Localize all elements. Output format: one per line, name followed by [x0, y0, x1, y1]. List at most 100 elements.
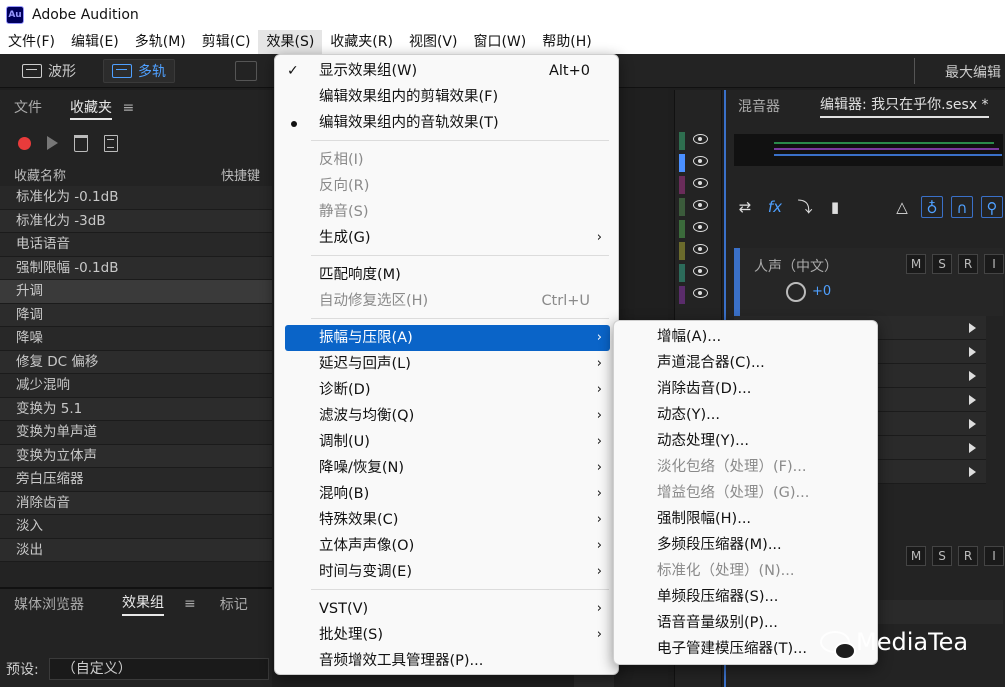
eye-icon[interactable] [693, 134, 708, 144]
list-item[interactable]: 标准化为 -3dB [0, 209, 272, 233]
eye-icon[interactable] [693, 156, 708, 166]
track-name[interactable]: 人声（中文） [754, 256, 838, 276]
workspace-selector[interactable]: 最大编辑 [945, 62, 1001, 82]
menu-item-show-effects-rack[interactable]: ✓ 显示效果组(W) Alt+0 [275, 58, 620, 84]
solo-button[interactable]: S [932, 546, 952, 566]
solo-button[interactable]: S [932, 254, 952, 274]
mute-button[interactable]: M [906, 546, 926, 566]
effects-rack-menu-icon[interactable]: ≡ [184, 596, 196, 612]
spectral-view-button[interactable] [235, 61, 257, 81]
input-monitor-button[interactable]: I [984, 546, 1004, 566]
tab-media-browser[interactable]: 媒体浏览器 [14, 594, 84, 614]
list-item[interactable]: 标准化为 -0.1dB [0, 186, 272, 210]
list-item[interactable]: 降调 [0, 303, 272, 327]
menu-item-diagnostics[interactable]: 诊断(D) › [275, 377, 620, 403]
submenu-item-hard-limiter[interactable]: 强制限幅(H)... [614, 506, 879, 532]
menu-item-reverb[interactable]: 混响(B) › [275, 481, 620, 507]
list-item[interactable]: 变换为 5.1 [0, 397, 272, 421]
preset-select[interactable]: （自定义） [48, 658, 269, 680]
menu-edit[interactable]: 编辑(E) [63, 30, 127, 54]
menu-file[interactable]: 文件(F) [0, 30, 63, 54]
mute-button[interactable]: M [906, 254, 926, 274]
menu-item-modulation[interactable]: 调制(U) › [275, 429, 620, 455]
menu-item-batch[interactable]: 批处理(S) › [275, 622, 620, 648]
menu-item-reverse[interactable]: 反向(R) [275, 173, 620, 199]
menu-item-silence[interactable]: 静音(S) [275, 199, 620, 225]
menu-item-special[interactable]: 特殊效果(C) › [275, 507, 620, 533]
headphones-icon[interactable]: ∩ [951, 196, 973, 218]
tab-files[interactable]: 文件 [14, 97, 42, 117]
list-item[interactable]: 降噪 [0, 327, 272, 351]
menu-clip[interactable]: 剪辑(C) [194, 30, 259, 54]
menu-window[interactable]: 窗口(W) [465, 30, 534, 54]
eq-icon[interactable]: ▮ [824, 196, 846, 218]
submenu-item-dynamics-processing[interactable]: 动态处理(Y)... [614, 428, 879, 454]
panel-menu-icon[interactable]: ≡ [122, 100, 134, 116]
record-arm-button[interactable]: R [958, 254, 978, 274]
submenu-item-amplify[interactable]: 增幅(A)... [614, 324, 879, 350]
eye-icon[interactable] [693, 200, 708, 210]
tab-editor[interactable]: 编辑器: 我只在乎你.sesx * [820, 94, 989, 118]
submenu-item-deesser[interactable]: 消除齿音(D)... [614, 376, 879, 402]
eye-icon[interactable] [693, 266, 708, 276]
submenu-item-dynamics[interactable]: 动态(Y)... [614, 402, 879, 428]
menu-item-noise-reduction[interactable]: 降噪/恢复(N) › [275, 455, 620, 481]
list-item[interactable]: 变换为单声道 [0, 421, 272, 445]
multitrack-view-button[interactable]: 多轨 [103, 59, 175, 83]
session-overview[interactable] [734, 134, 1003, 166]
tab-markers[interactable]: 标记 [220, 594, 248, 614]
menu-favorites[interactable]: 收藏夹(R) [322, 30, 401, 54]
submenu-item-gain-envelope[interactable]: 增益包络（处理）(G)... [614, 480, 879, 506]
swap-icon[interactable]: ⇄ [734, 196, 756, 218]
tab-effects-rack[interactable]: 效果组 [122, 592, 164, 616]
waveform-view-button[interactable]: 波形 [14, 59, 84, 83]
menu-item-generate[interactable]: 生成(G) › [275, 225, 620, 251]
metronome-icon[interactable]: △ [891, 196, 913, 218]
trash-icon[interactable] [74, 134, 88, 152]
menu-multitrack[interactable]: 多轨(M) [127, 30, 194, 54]
edit-favorite-icon[interactable] [104, 134, 118, 152]
menu-effects[interactable]: 效果(S) [258, 30, 323, 54]
menu-item-time-pitch[interactable]: 时间与变调(E) › [275, 559, 620, 585]
tab-mixer[interactable]: 混音器 [738, 96, 780, 116]
column-favorite-name[interactable]: 收藏名称 [14, 165, 66, 184]
menu-item-plugin-manager[interactable]: 音频增效工具管理器(P)... [275, 648, 620, 674]
volume-value[interactable]: +0 [812, 284, 831, 299]
menu-item-amplitude-compression[interactable]: 振幅与压限(A) › [285, 325, 610, 351]
record-favorite-icon[interactable] [18, 136, 31, 150]
list-item[interactable]: 淡入 [0, 515, 272, 539]
menu-item-invert[interactable]: 反相(I) [275, 147, 620, 173]
submenu-item-multiband-compressor[interactable]: 多频段压缩器(M)... [614, 532, 879, 558]
menu-view[interactable]: 视图(V) [401, 30, 466, 54]
menu-item-auto-heal[interactable]: 自动修复选区(H) Ctrl+U [275, 288, 620, 314]
eye-icon[interactable] [693, 288, 708, 298]
menu-item-delay-echo[interactable]: 延迟与回声(L) › [275, 351, 620, 377]
menu-help[interactable]: 帮助(H) [534, 30, 599, 54]
send-icon[interactable]: ⤵ [794, 196, 816, 218]
record-arm-button[interactable]: R [958, 546, 978, 566]
list-item[interactable]: 淡出 [0, 538, 272, 562]
list-item[interactable]: 修复 DC 偏移 [0, 350, 272, 374]
fx-icon[interactable]: fx [764, 196, 786, 218]
submenu-item-normalize[interactable]: 标准化（处理）(N)... [614, 558, 879, 584]
menu-item-edit-clip-effects[interactable]: 编辑效果组内的剪辑效果(F) [275, 84, 620, 110]
menu-item-match-loudness[interactable]: 匹配响度(M) [275, 262, 620, 288]
submenu-item-fade-envelope[interactable]: 淡化包络（处理）(F)... [614, 454, 879, 480]
list-item[interactable]: 旁白压缩器 [0, 468, 272, 492]
list-item[interactable]: 强制限幅 -0.1dB [0, 256, 272, 280]
tab-favorites[interactable]: 收藏夹 [70, 100, 112, 120]
menu-item-stereo-imagery[interactable]: 立体声声像(O) › [275, 533, 620, 559]
menu-item-edit-track-effects[interactable]: 编辑效果组内的音轨效果(T) [275, 110, 620, 136]
submenu-item-channel-mixer[interactable]: 声道混合器(C)... [614, 350, 879, 376]
list-item[interactable]: 消除齿音 [0, 491, 272, 515]
list-item[interactable]: 电话语音 [0, 233, 272, 257]
eye-icon[interactable] [693, 222, 708, 232]
pin-icon[interactable]: ⚲ [981, 196, 1003, 218]
list-item[interactable]: 减少混响 [0, 374, 272, 398]
submenu-item-single-band-compressor[interactable]: 单频段压缩器(S)... [614, 584, 879, 610]
play-favorite-icon[interactable] [47, 136, 58, 150]
column-shortcut[interactable]: 快捷键 [221, 165, 260, 184]
eye-icon[interactable] [693, 244, 708, 254]
input-monitor-button[interactable]: I [984, 254, 1004, 274]
list-item[interactable]: 变换为立体声 [0, 444, 272, 468]
